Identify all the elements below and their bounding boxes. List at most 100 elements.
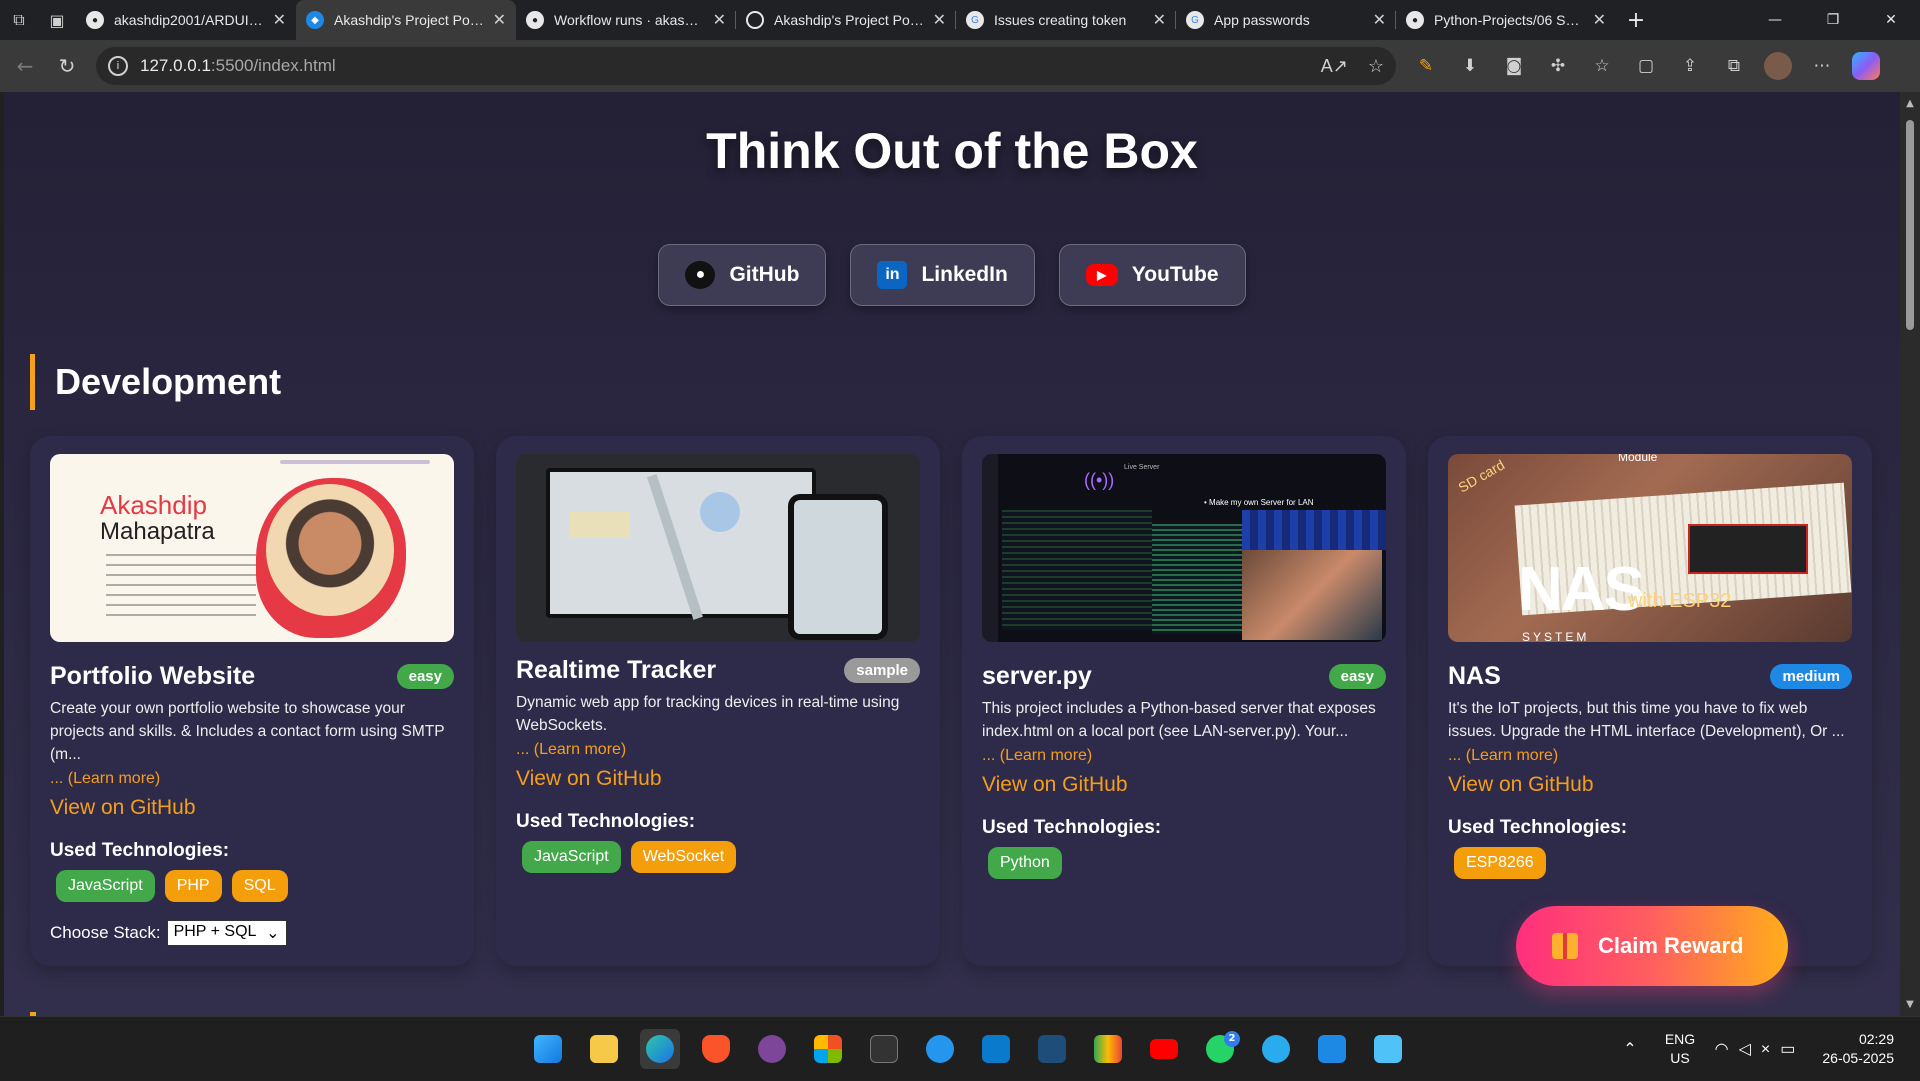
youtube-icon[interactable] <box>1144 1029 1184 1069</box>
thumb-blue-pattern <box>1242 510 1386 550</box>
learn-more-link[interactable]: ... (Learn more) <box>50 770 454 788</box>
docker-icon[interactable] <box>920 1029 960 1069</box>
linkedin-button[interactable]: in LinkedIn <box>850 244 1035 306</box>
close-icon[interactable]: ✕ <box>1373 10 1386 30</box>
clock[interactable]: 02:29 26-05-2025 <box>1810 1030 1920 1068</box>
view-on-github-link[interactable]: View on GitHub <box>516 767 920 791</box>
meet-icon[interactable] <box>1088 1029 1128 1069</box>
view-on-github-link[interactable]: View on GitHub <box>1448 773 1852 797</box>
tab-label: Python-Projects/06 Server <box>1434 12 1585 28</box>
tab-4[interactable]: G Issues creating token ✕ <box>956 0 1176 40</box>
chevron-up-icon[interactable]: ⌃ <box>1610 1039 1650 1059</box>
notepad-icon[interactable] <box>1368 1029 1408 1069</box>
view-on-github-link[interactable]: View on GitHub <box>50 796 454 820</box>
mute-icon: ◁× <box>1738 1041 1781 1058</box>
collections-icon[interactable]: ▢ <box>1624 48 1668 84</box>
new-tab-button[interactable]: + <box>1616 0 1656 40</box>
learn-more-link[interactable]: ... (Learn more) <box>1448 747 1852 765</box>
extensions-icon[interactable]: ✣ <box>1536 48 1580 84</box>
arduino-icon[interactable] <box>1032 1029 1072 1069</box>
favorite-star-icon[interactable]: ☆ <box>1368 56 1384 77</box>
telegram-icon[interactable] <box>1256 1029 1296 1069</box>
learn-more-link[interactable]: ... (Learn more) <box>516 741 920 759</box>
thumb-top-text: Module <box>1618 454 1658 464</box>
more-menu-icon[interactable]: ⋯ <box>1800 48 1844 84</box>
card-title: NAS <box>1448 662 1501 690</box>
youtube-button[interactable]: ▶ YouTube <box>1058 244 1246 306</box>
vscode-icon[interactable] <box>976 1029 1016 1069</box>
social-links: ● GitHub in LinkedIn ▶ YouTube <box>4 244 1900 306</box>
screenshot-icon[interactable]: ◙ <box>1492 48 1536 84</box>
remote-desktop-icon[interactable] <box>1312 1029 1352 1069</box>
thumb-name: Akashdip <box>100 490 207 520</box>
scrollbar-thumb[interactable] <box>1906 120 1914 330</box>
profile-avatar[interactable] <box>1764 52 1792 80</box>
view-on-github-link[interactable]: View on GitHub <box>982 773 1386 797</box>
tab-6[interactable]: ● Python-Projects/06 Server ✕ <box>1396 0 1616 40</box>
tab-1[interactable]: ◆ Akashdip's Project Portfolio ✕ <box>296 0 516 40</box>
scroll-down-icon[interactable]: ▼ <box>1900 999 1920 1010</box>
back-icon[interactable]: ← <box>4 48 46 84</box>
vscode-icon: ◆ <box>306 11 324 29</box>
github-button[interactable]: ● GitHub <box>658 244 827 306</box>
brave-icon[interactable] <box>696 1029 736 1069</box>
address-bar[interactable]: i 127.0.0.1:5500/index.html A↗ ☆ <box>96 47 1396 85</box>
section-title: Development <box>30 354 281 410</box>
workspace-share-icon[interactable]: ⧉ <box>1712 48 1756 84</box>
workspaces-icon[interactable]: ⧉ <box>0 0 38 40</box>
tab-2[interactable]: ● Workflow runs · akashdip2001 ✕ <box>516 0 736 40</box>
page-scrollbar[interactable]: ▲ ▼ <box>1900 92 1920 1016</box>
info-icon[interactable]: i <box>108 56 128 76</box>
restore-icon[interactable]: ❐ <box>1804 0 1862 40</box>
difficulty-badge: sample <box>844 658 920 683</box>
notification-badge: 2 <box>1224 1031 1240 1047</box>
card-title: Realtime Tracker <box>516 656 717 684</box>
clock-date: 26-05-2025 <box>1822 1050 1894 1066</box>
google-icon: G <box>966 11 984 29</box>
close-icon[interactable]: ✕ <box>713 10 726 30</box>
close-icon[interactable]: ✕ <box>1593 10 1606 30</box>
claim-reward-button[interactable]: Claim Reward <box>1516 906 1788 986</box>
windows-start-icon[interactable] <box>528 1029 568 1069</box>
tab-3[interactable]: Akashdip's Project Portfolio ✕ <box>736 0 956 40</box>
close-window-icon[interactable]: ✕ <box>1862 0 1920 40</box>
refresh-icon[interactable]: ↻ <box>46 48 88 84</box>
read-aloud-icon[interactable]: A↗ <box>1321 56 1348 77</box>
tech-chip: PHP <box>164 870 222 902</box>
project-cards: Akashdip Mahapatra Portfolio Website easy… <box>30 436 1872 966</box>
favorites-icon[interactable]: ☆ <box>1580 48 1624 84</box>
minimize-icon[interactable]: — <box>1746 0 1804 40</box>
tor-icon[interactable] <box>752 1029 792 1069</box>
language-indicator[interactable]: ENG US <box>1650 1030 1710 1068</box>
tech-chips: ESP8266 <box>1448 847 1852 879</box>
share-icon[interactable]: ⇪ <box>1668 48 1712 84</box>
project-card-server: ((•)) Live Server • Make my own Server f… <box>962 436 1406 966</box>
learn-more-link[interactable]: ... (Learn more) <box>982 747 1386 765</box>
url-text[interactable]: 127.0.0.1:5500/index.html <box>140 56 1301 76</box>
edge-icon[interactable] <box>640 1029 680 1069</box>
vertical-tabs-icon[interactable]: ▣ <box>38 0 76 40</box>
pen-extension-icon[interactable]: ✎ <box>1404 48 1448 84</box>
scroll-up-icon[interactable]: ▲ <box>1900 98 1920 109</box>
close-icon[interactable]: ✕ <box>1153 10 1166 30</box>
browser-toolbar: ← ↻ i 127.0.0.1:5500/index.html A↗ ☆ ✎ ⬇… <box>0 40 1920 92</box>
project-thumbnail <box>516 454 920 642</box>
microsoft-store-icon[interactable] <box>808 1029 848 1069</box>
stack-select[interactable]: PHP + SQL ⌄ <box>166 920 287 946</box>
close-icon[interactable]: ✕ <box>933 10 946 30</box>
tab-0[interactable]: ● akashdip2001/ARDUINO ✕ <box>76 0 296 40</box>
thumb-big-text: NAS <box>1518 555 1645 624</box>
download-icon[interactable]: ⬇ <box>1448 48 1492 84</box>
terminal-icon <box>870 1035 898 1063</box>
copilot-icon[interactable] <box>1852 52 1880 80</box>
whatsapp-icon[interactable]: 2 <box>1200 1029 1240 1069</box>
system-status-icons[interactable]: ◠◁×▭ <box>1710 1039 1810 1059</box>
claim-reward-label: Claim Reward <box>1598 933 1744 958</box>
file-explorer-icon[interactable] <box>584 1029 624 1069</box>
project-thumbnail: Akashdip Mahapatra <box>50 454 454 642</box>
microsoft-store-icon <box>814 1035 842 1063</box>
terminal-icon[interactable] <box>864 1029 904 1069</box>
tab-5[interactable]: G App passwords ✕ <box>1176 0 1396 40</box>
close-icon[interactable]: ✕ <box>273 10 286 30</box>
close-icon[interactable]: ✕ <box>493 10 506 30</box>
